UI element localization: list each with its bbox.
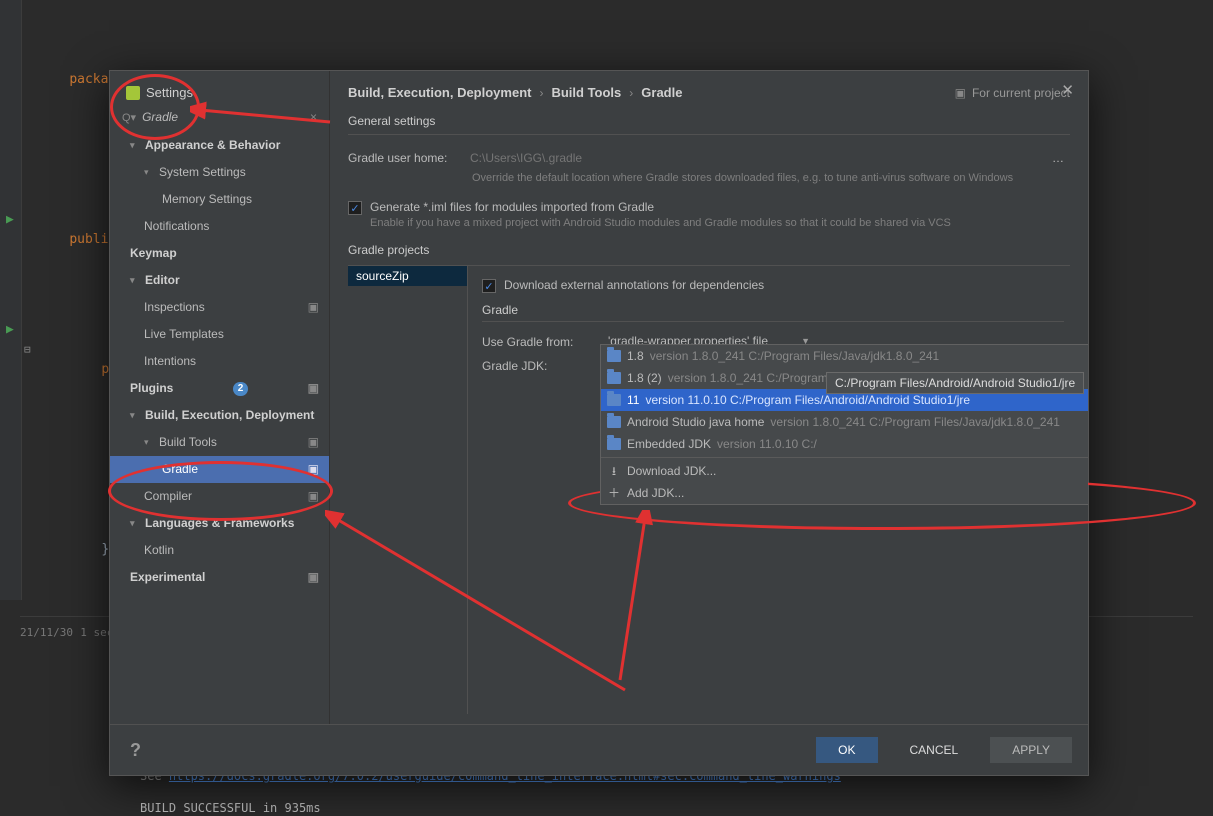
- tree-memory[interactable]: Memory Settings: [110, 186, 329, 213]
- search-icon: Q▾: [122, 111, 136, 124]
- download-annot-row[interactable]: Download external annotations for depend…: [482, 278, 1064, 293]
- folder-icon: [607, 394, 621, 406]
- tree-plugins[interactable]: Plugins2▣: [110, 375, 329, 402]
- dialog-title: Settings: [146, 85, 193, 100]
- iml-hint: Enable if you have a mixed project with …: [370, 217, 1070, 229]
- settings-search-row: Q▾ ×: [110, 106, 329, 132]
- tree-bed[interactable]: ▾Build, Execution, Deployment: [110, 402, 329, 429]
- scope-icon: ▣: [308, 568, 319, 587]
- scope-icon: ▣: [308, 433, 319, 452]
- android-icon: [126, 86, 140, 100]
- cancel-button[interactable]: CANCEL: [888, 737, 981, 763]
- tree-keymap[interactable]: Keymap: [110, 240, 329, 267]
- browse-button[interactable]: …: [1046, 151, 1070, 165]
- tree-intentions[interactable]: Intentions: [110, 348, 329, 375]
- jdk-path-tooltip: C:/Program Files/Android/Android Studio1…: [826, 372, 1084, 394]
- folder-icon: [607, 416, 621, 428]
- scope-icon: ▣: [955, 86, 966, 100]
- iml-label: Generate *.iml files for modules importe…: [370, 200, 654, 214]
- clear-search-icon[interactable]: ×: [310, 110, 317, 124]
- scope-icon: ▣: [308, 487, 319, 506]
- tree-build-tools[interactable]: ▾Build Tools▣: [110, 429, 329, 456]
- projects-heading: Gradle projects: [348, 243, 1070, 257]
- tree-system-settings[interactable]: ▾System Settings: [110, 159, 329, 186]
- user-home-label: Gradle user home:: [348, 151, 458, 165]
- help-icon[interactable]: ?: [126, 740, 145, 761]
- scope-icon: ▣: [308, 460, 319, 479]
- folder-icon: [607, 350, 621, 362]
- run-gutter-icon[interactable]: ▶: [6, 320, 14, 340]
- ok-button[interactable]: OK: [816, 737, 877, 763]
- tree-editor[interactable]: ▾Editor: [110, 267, 329, 294]
- bc-bt[interactable]: Build Tools: [551, 85, 621, 100]
- plugins-badge: 2: [233, 382, 249, 396]
- run-gutter-icon[interactable]: ▶: [6, 210, 14, 230]
- projects-area: sourceZip Download external annotations …: [348, 265, 1070, 714]
- gradle-subheading: Gradle: [482, 303, 1064, 317]
- checkbox-icon[interactable]: [348, 201, 362, 215]
- tree-inspections[interactable]: Inspections▣: [110, 294, 329, 321]
- project-item[interactable]: sourceZip: [348, 266, 467, 286]
- folder-icon: [607, 438, 621, 450]
- bc-gradle: Gradle: [641, 85, 682, 100]
- settings-sidebar: Settings Q▾ × ▾Appearance & Behavior ▾Sy…: [110, 71, 330, 724]
- jdk-dropdown-popup: 1.8 version 1.8.0_241 C:/Program Files/J…: [600, 344, 1088, 505]
- dialog-footer: ? OK CANCEL APPLY: [110, 724, 1088, 775]
- tree-gradle[interactable]: Gradle▣: [110, 456, 329, 483]
- bc-bed[interactable]: Build, Execution, Deployment: [348, 85, 531, 100]
- checkbox-icon[interactable]: [482, 279, 496, 293]
- jdk-add[interactable]: ＋ Add JDK...: [601, 482, 1088, 504]
- project-settings-panel: Download external annotations for depend…: [468, 266, 1070, 714]
- tree-kotlin[interactable]: Kotlin: [110, 537, 329, 564]
- tree-experimental[interactable]: Experimental▣: [110, 564, 329, 591]
- scope-icon: ▣: [308, 298, 319, 317]
- scope-icon: ▣: [308, 379, 319, 398]
- for-current-project: ▣For current project: [955, 86, 1070, 100]
- console-date: 21/11/30: [20, 626, 73, 639]
- plus-icon: ＋: [607, 484, 621, 502]
- settings-tree: ▾Appearance & Behavior ▾System Settings …: [110, 132, 329, 724]
- folder-icon: [607, 372, 621, 384]
- fold-icon[interactable]: ⊟: [24, 340, 31, 360]
- breadcrumbs: Build, Execution, Deployment › Build Too…: [348, 85, 1070, 100]
- user-home-hint: Override the default location where Grad…: [472, 171, 1070, 186]
- close-icon[interactable]: ✕: [1061, 81, 1074, 99]
- gradle-jdk-label: Gradle JDK:: [482, 359, 594, 373]
- user-home-input[interactable]: [470, 149, 1034, 167]
- tree-lang-fw[interactable]: ▾Languages & Frameworks: [110, 510, 329, 537]
- apply-button[interactable]: APPLY: [990, 737, 1072, 763]
- sidebar-header: Settings: [110, 71, 329, 106]
- projects-list: sourceZip: [348, 266, 468, 714]
- tree-appearance[interactable]: ▾Appearance & Behavior: [110, 132, 329, 159]
- download-icon: ⭳: [607, 462, 621, 480]
- tree-compiler[interactable]: Compiler▣: [110, 483, 329, 510]
- user-home-row: Gradle user home: …: [348, 149, 1070, 167]
- build-success: BUILD SUCCESSFUL in 935ms: [20, 801, 1193, 815]
- tree-notifications[interactable]: Notifications: [110, 213, 329, 240]
- tree-live-templates[interactable]: Live Templates: [110, 321, 329, 348]
- general-heading: General settings: [348, 114, 1070, 128]
- download-annot-label: Download external annotations for depend…: [504, 278, 764, 292]
- settings-main-panel: Build, Execution, Deployment › Build Too…: [330, 71, 1088, 724]
- jdk-option-1-8[interactable]: 1.8 version 1.8.0_241 C:/Program Files/J…: [601, 345, 1088, 367]
- settings-search-input[interactable]: [142, 110, 304, 124]
- use-gradle-label: Use Gradle from:: [482, 335, 594, 349]
- jdk-download[interactable]: ⭳ Download JDK...: [601, 460, 1088, 482]
- settings-dialog: ✕ Settings Q▾ × ▾Appearance & Behavior ▾…: [109, 70, 1089, 776]
- iml-checkbox-row[interactable]: Generate *.iml files for modules importe…: [348, 200, 1070, 215]
- jdk-option-embedded[interactable]: Embedded JDK version 11.0.10 C:/: [601, 433, 1088, 455]
- jdk-option-as-home[interactable]: Android Studio java home version 1.8.0_2…: [601, 411, 1088, 433]
